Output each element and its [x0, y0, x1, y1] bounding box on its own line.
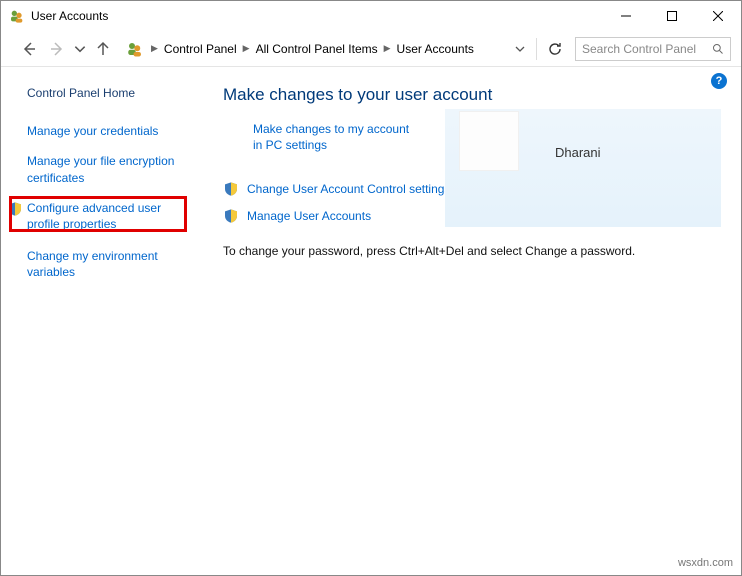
content-area: Control Panel Home Manage your credentia…	[1, 67, 741, 575]
change-env-variables-link[interactable]: Change my environment variables	[27, 248, 191, 280]
breadcrumb: ▶ Control Panel ▶ All Control Panel Item…	[151, 40, 510, 58]
window-title: User Accounts	[31, 9, 603, 23]
avatar	[459, 111, 519, 171]
toolbar: ▶ Control Panel ▶ All Control Panel Item…	[1, 31, 741, 67]
user-panel: Dharani	[445, 109, 721, 227]
manage-encryption-certificates-link[interactable]: Manage your file encryption certificates	[27, 153, 191, 185]
up-button[interactable]	[91, 37, 115, 61]
configure-advanced-profile-link[interactable]: Configure advanced user profile properti…	[27, 200, 191, 232]
back-button[interactable]	[17, 37, 41, 61]
window-controls	[603, 1, 741, 31]
address-dropdown[interactable]	[514, 43, 526, 55]
location-icon	[125, 40, 145, 58]
breadcrumb-user-accounts[interactable]: User Accounts	[395, 40, 476, 58]
close-button[interactable]	[695, 1, 741, 31]
search-icon	[712, 43, 724, 55]
password-instructions: To change your password, press Ctrl+Alt+…	[223, 244, 721, 258]
watermark: wsxdn.com	[678, 557, 733, 569]
breadcrumb-all-items[interactable]: All Control Panel Items	[254, 40, 380, 58]
user-accounts-icon	[9, 8, 25, 24]
minimize-button[interactable]	[603, 1, 649, 31]
shield-icon	[223, 208, 239, 224]
chevron-right-icon[interactable]: ▶	[243, 43, 250, 54]
manage-credentials-link[interactable]: Manage your credentials	[27, 123, 191, 139]
pc-settings-link[interactable]: Make changes to my account in PC setting…	[253, 121, 413, 153]
manage-user-accounts-link[interactable]: Manage User Accounts	[247, 208, 371, 224]
search-placeholder: Search Control Panel	[582, 42, 696, 56]
chevron-right-icon[interactable]: ▶	[384, 43, 391, 54]
maximize-button[interactable]	[649, 1, 695, 31]
highlighted-item: Configure advanced user profile properti…	[27, 200, 191, 232]
forward-button[interactable]	[45, 37, 69, 61]
sidebar: Control Panel Home Manage your credentia…	[1, 67, 201, 575]
page-heading: Make changes to your user account	[223, 85, 721, 105]
search-input[interactable]: Search Control Panel	[575, 37, 731, 61]
shield-icon	[223, 181, 239, 197]
chevron-right-icon[interactable]: ▶	[151, 43, 158, 54]
address-bar-buttons	[514, 38, 563, 60]
recent-locations-dropdown[interactable]	[73, 42, 87, 56]
shield-icon	[7, 201, 23, 217]
breadcrumb-control-panel[interactable]: Control Panel	[162, 40, 239, 58]
refresh-button[interactable]	[547, 41, 563, 57]
title-bar: User Accounts	[1, 1, 741, 31]
uac-settings-link[interactable]: Change User Account Control settings	[247, 181, 450, 197]
control-panel-home-link[interactable]: Control Panel Home	[27, 85, 191, 101]
user-name: Dharani	[555, 145, 601, 160]
main-panel: Make changes to your user account Make c…	[201, 67, 741, 575]
pc-settings-row: Make changes to my account in PC setting…	[223, 121, 413, 153]
toolbar-divider	[536, 38, 537, 60]
